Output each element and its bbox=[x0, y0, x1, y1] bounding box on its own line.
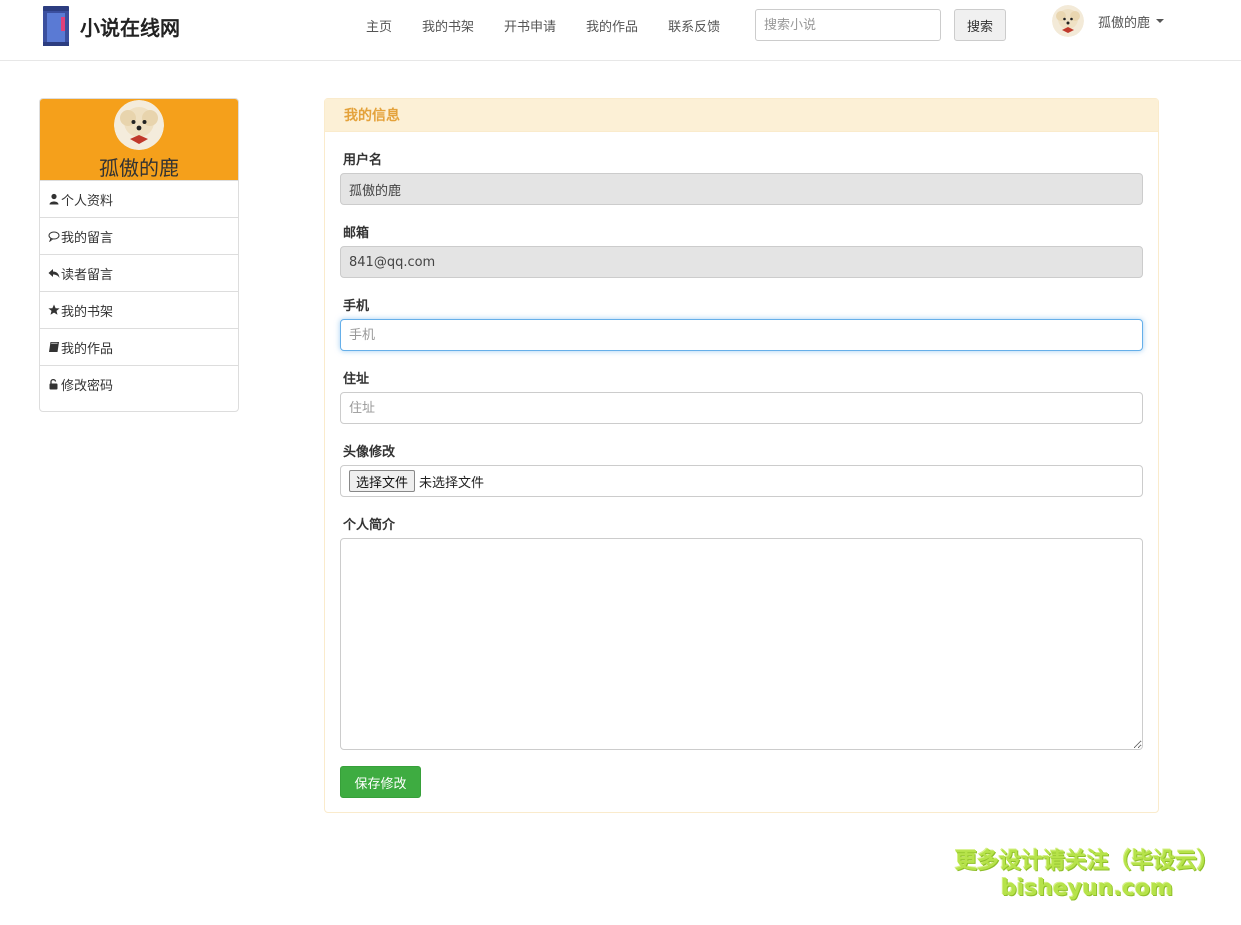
bio-label: 个人简介 bbox=[343, 518, 396, 533]
nav-item-apply[interactable]: 开书申请 bbox=[489, 14, 571, 37]
nav-item-home[interactable]: 主页 bbox=[351, 14, 407, 37]
email-field[interactable] bbox=[340, 246, 1143, 278]
comment-icon bbox=[48, 230, 60, 242]
main-nav: 主页 我的书架 开书申请 我的作品 联系反馈 bbox=[351, 14, 735, 37]
phone-label: 手机 bbox=[343, 299, 370, 314]
book-logo-icon bbox=[43, 6, 69, 46]
book-icon bbox=[48, 341, 60, 353]
sidebar-item-my-works[interactable]: 我的作品 bbox=[40, 328, 238, 365]
sidebar-item-my-messages[interactable]: 我的留言 bbox=[40, 217, 238, 254]
avatar-file-input[interactable]: 选择文件 未选择文件 bbox=[340, 465, 1143, 497]
file-status-text: 未选择文件 bbox=[419, 475, 485, 491]
watermark-line1: 更多设计请关注（毕设云） bbox=[954, 849, 1219, 874]
search-button[interactable]: 搜索 bbox=[954, 9, 1006, 41]
avatar-upload-label: 头像修改 bbox=[343, 445, 396, 460]
chevron-down-icon bbox=[1156, 19, 1165, 23]
panel-title: 我的信息 bbox=[325, 99, 1158, 132]
avatar bbox=[1052, 5, 1084, 37]
watermark: 更多设计请关注（毕设云） bisheyun.com bbox=[948, 848, 1226, 902]
sidebar-item-label: 我的书架 bbox=[61, 304, 114, 320]
sidebar-item-change-password[interactable]: 修改密码 bbox=[40, 365, 238, 402]
user-menu[interactable]: 孤傲的鹿 bbox=[1052, 5, 1165, 37]
profile-name: 孤傲的鹿 bbox=[99, 156, 179, 180]
brand-name: 小说在线网 bbox=[80, 15, 180, 40]
sidebar-item-reader-messages[interactable]: 读者留言 bbox=[40, 254, 238, 291]
email-label: 邮箱 bbox=[343, 226, 370, 241]
profile-header: 孤傲的鹿 bbox=[40, 99, 238, 180]
bio-textarea[interactable] bbox=[340, 538, 1143, 750]
sidebar-item-bookshelf[interactable]: 我的书架 bbox=[40, 291, 238, 328]
sidebar-item-profile[interactable]: 个人资料 bbox=[40, 180, 238, 217]
sidebar-item-label: 修改密码 bbox=[61, 378, 114, 394]
save-button[interactable]: 保存修改 bbox=[340, 766, 421, 798]
profile-avatar bbox=[114, 100, 164, 150]
search-input[interactable] bbox=[755, 9, 941, 41]
nav-item-feedback[interactable]: 联系反馈 bbox=[653, 14, 735, 37]
address-field[interactable] bbox=[340, 392, 1143, 424]
nav-item-my-works[interactable]: 我的作品 bbox=[571, 14, 653, 37]
sidebar-item-label: 读者留言 bbox=[61, 267, 114, 283]
watermark-line2: bisheyun.com bbox=[1000, 876, 1174, 901]
username-field[interactable] bbox=[340, 173, 1143, 205]
star-icon bbox=[48, 304, 60, 316]
address-label: 住址 bbox=[343, 372, 370, 387]
unlock-icon bbox=[48, 378, 60, 390]
user-name: 孤傲的鹿 bbox=[1098, 15, 1151, 31]
top-navbar: 小说在线网 主页 我的书架 开书申请 我的作品 联系反馈 搜索 孤傲的鹿 bbox=[0, 0, 1241, 61]
sidebar: 孤傲的鹿 个人资料 我的留言 读者留言 我的书架 我的作品 修改密码 bbox=[39, 98, 239, 412]
username-label: 用户名 bbox=[343, 153, 383, 168]
sidebar-item-label: 个人资料 bbox=[61, 193, 114, 209]
phone-field[interactable] bbox=[340, 319, 1143, 351]
sidebar-item-label: 我的留言 bbox=[61, 230, 114, 246]
my-info-panel: 我的信息 用户名 邮箱 手机 住址 头像修改 选择文件 未选择文件 个人简介 保… bbox=[324, 98, 1159, 813]
reply-icon bbox=[48, 267, 60, 279]
sidebar-item-label: 我的作品 bbox=[61, 341, 114, 357]
brand-logo[interactable]: 小说在线网 bbox=[40, 4, 180, 48]
nav-item-bookshelf[interactable]: 我的书架 bbox=[407, 14, 489, 37]
user-icon bbox=[48, 193, 60, 205]
choose-file-button[interactable]: 选择文件 bbox=[349, 470, 416, 492]
